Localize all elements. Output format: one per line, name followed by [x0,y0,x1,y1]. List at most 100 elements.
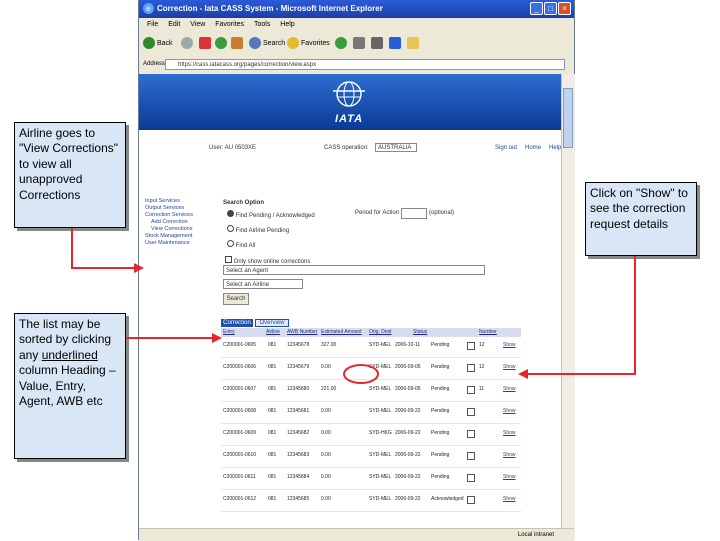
tab-overview[interactable]: Overview [255,319,289,327]
row-checkbox[interactable] [467,474,475,482]
cell-number: 11 [479,386,485,392]
show-link[interactable]: Show [503,408,516,414]
stop-button[interactable] [199,37,211,51]
cell-status: Pending [431,430,450,436]
show-link[interactable]: Show [503,474,516,480]
col-orig[interactable]: Orig. Dest [369,328,392,337]
sidebar-item-input-services[interactable]: Input Services [145,198,205,205]
arrow-head-icon [134,263,144,273]
row-checkbox[interactable] [467,386,475,394]
connector-line [126,337,216,339]
minimize-button[interactable]: _ [530,2,543,15]
cell-status: Pending [431,408,450,414]
airline-select[interactable]: Select an Airline [223,279,303,289]
show-link[interactable]: Show [503,430,516,436]
col-number[interactable]: Number [479,328,497,337]
show-link[interactable]: Show [503,364,516,370]
cell-amount: 327.00 [321,342,337,348]
cell-awb: 12345682 [287,430,310,436]
menu-file[interactable]: File [147,21,158,28]
menu-favorites[interactable]: Favorites [215,21,244,28]
menu-help[interactable]: Help [280,21,294,28]
window-title: Correction - Iata CASS System - Microsof… [157,4,383,13]
cell-airline: 081 [268,364,277,370]
cell-orig: SYD-MEL [369,386,392,392]
sidebar-item-add-correction[interactable]: Add Correction [145,219,205,226]
table-row: C200001-0605 081 12345678 327.00 SYD-MEL 2006… [221,339,521,358]
show-link[interactable]: Show [503,496,516,502]
sidebar-item-stock-management[interactable]: Stock Management [145,233,205,240]
search-icon [249,37,261,50]
forward-button[interactable] [181,37,193,51]
sidebar-item-user-maintenance[interactable]: User Maintenance [145,240,205,247]
print-button[interactable] [371,37,383,51]
col-awb[interactable]: AWB Number [287,328,317,337]
arrow-head-icon [518,369,528,379]
row-checkbox[interactable] [467,452,475,460]
show-link[interactable]: Show [503,342,516,348]
iata-logo: IATA [329,80,369,125]
cass-operation-select[interactable]: AUSTRALIA [375,143,417,152]
agent-select[interactable]: Select an Agent [223,265,485,275]
row-checkbox[interactable] [467,430,475,438]
scrollbar[interactable] [561,74,575,540]
scrollbar-thumb[interactable] [563,88,573,148]
menu-view[interactable]: View [190,21,205,28]
cell-date: 2006-09-22 [395,452,421,458]
cell-entry: C200001-0606 [223,364,257,370]
show-link[interactable]: Show [503,452,516,458]
refresh-button[interactable] [215,37,227,51]
radio-find-all[interactable]: Find All [227,240,255,249]
row-checkbox[interactable] [467,342,475,350]
signout-link[interactable]: Sign out [495,145,517,151]
sidebar-item-output-services[interactable]: Output Services [145,205,205,212]
radio-airline-pending[interactable]: Find Airline Pending [227,225,289,234]
period-input[interactable] [401,208,427,219]
address-input[interactable]: https://cass.iatacass.org/pages/correcti… [165,59,565,70]
cell-entry: C200001-0610 [223,452,257,458]
only-online-checkbox[interactable]: Only show online corrections [225,256,310,265]
col-airline[interactable]: Airline [266,328,280,337]
cell-number: 12 [479,364,485,370]
home-button[interactable] [231,37,243,51]
cell-orig: SYD-MEL [369,342,392,348]
cass-label: CASS operation: [324,145,369,151]
radio-pending-ack[interactable]: Find Pending / Acknowledged [227,210,315,219]
cell-airline: 081 [268,408,277,414]
back-button[interactable]: Back [143,37,173,51]
search-submit-button[interactable]: Search [223,293,249,305]
cell-awb: 12345679 [287,364,310,370]
col-amount[interactable]: Estimated Amount [321,328,362,337]
col-status[interactable]: Status [413,328,427,337]
radio-icon [227,210,234,217]
menu-edit[interactable]: Edit [168,21,180,28]
home-link[interactable]: Home [525,145,541,151]
row-checkbox[interactable] [467,496,475,504]
sidebar-item-view-corrections[interactable]: View Corrections [145,226,205,233]
media-button[interactable] [335,37,347,51]
mail-button[interactable] [353,37,365,51]
edit-button[interactable] [389,37,401,51]
cell-airline: 081 [268,342,277,348]
folder-button[interactable] [407,37,419,51]
toolbar: Back Search Favorites [139,32,574,57]
favorites-button[interactable]: Favorites [287,37,330,51]
address-bar: Address https://cass.iatacass.org/pages/… [139,56,574,75]
cell-number: 12 [479,342,485,348]
show-link[interactable]: Show [503,386,516,392]
help-link[interactable]: Help [549,145,561,151]
connector-line [525,373,636,375]
tab-correction[interactable]: Correction [221,319,253,327]
maximize-button[interactable]: □ [544,2,557,15]
close-button[interactable]: × [558,2,571,15]
cell-awb: 12345684 [287,474,310,480]
sidebar-item-correction-services[interactable]: Correction Services [145,212,205,219]
mail-icon [353,37,365,50]
col-entry[interactable]: Entry [223,328,235,337]
row-checkbox[interactable] [467,408,475,416]
cell-entry: C200001-0608 [223,408,257,414]
search-button[interactable]: Search [249,37,285,51]
row-checkbox[interactable] [467,364,475,372]
menu-bar: File Edit View Favorites Tools Help [139,18,574,33]
menu-tools[interactable]: Tools [254,21,270,28]
